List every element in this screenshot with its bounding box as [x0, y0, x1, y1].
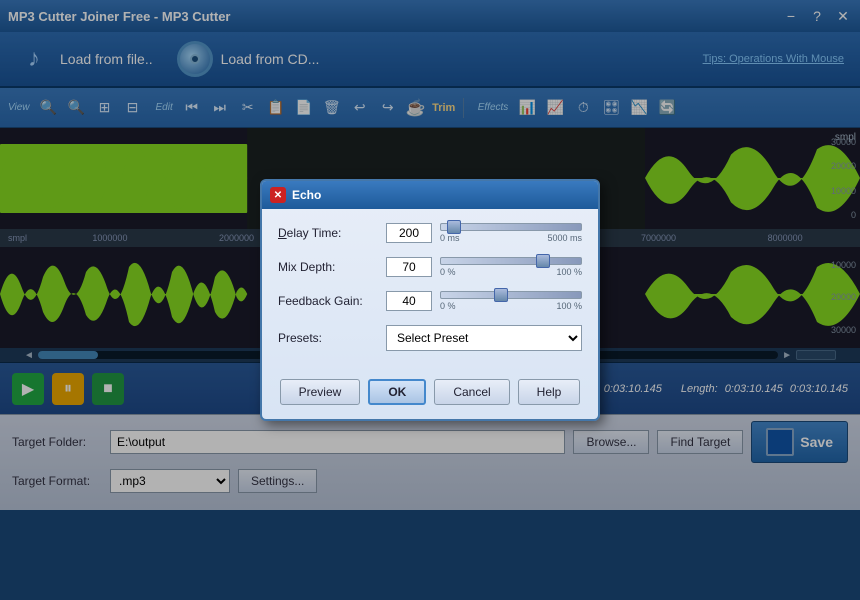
- delay-max-label: 5000 ms: [547, 233, 582, 243]
- dialog-close-button[interactable]: ✕: [270, 187, 286, 203]
- mix-depth-label: Mix Depth:: [278, 260, 378, 274]
- dialog-body: Delay Time: 0 ms 5000 ms Mix Depth:: [262, 209, 598, 375]
- feedback-max-label: 100 %: [556, 301, 582, 311]
- presets-label: Presets:: [278, 331, 378, 345]
- mix-depth-row: Mix Depth: 0 % 100 %: [278, 257, 582, 277]
- dialog-title: Echo: [292, 188, 321, 202]
- delay-time-row: Delay Time: 0 ms 5000 ms: [278, 223, 582, 243]
- presets-row: Presets: Select Preset: [278, 325, 582, 351]
- mix-depth-input[interactable]: [386, 257, 432, 277]
- dialog-overlay: ✕ Echo Delay Time: 0 ms 5000 ms: [0, 0, 860, 600]
- delay-time-labels: 0 ms 5000 ms: [440, 233, 582, 243]
- presets-select[interactable]: Select Preset: [386, 325, 582, 351]
- feedback-gain-slider-container: 0 % 100 %: [440, 291, 582, 311]
- delay-time-slider[interactable]: [440, 223, 582, 231]
- feedback-labels: 0 % 100 %: [440, 301, 582, 311]
- mix-depth-slider[interactable]: [440, 257, 582, 265]
- feedback-gain-row: Feedback Gain: 0 % 100 %: [278, 291, 582, 311]
- echo-dialog: ✕ Echo Delay Time: 0 ms 5000 ms: [260, 179, 600, 421]
- delay-time-slider-container: 0 ms 5000 ms: [440, 223, 582, 243]
- dialog-buttons: Preview OK Cancel Help: [262, 375, 598, 419]
- ok-button[interactable]: OK: [368, 379, 426, 405]
- feedback-gain-slider[interactable]: [440, 291, 582, 299]
- feedback-min-label: 0 %: [440, 301, 456, 311]
- mix-depth-thumb[interactable]: [536, 254, 550, 268]
- help-dialog-button[interactable]: Help: [518, 379, 581, 405]
- feedback-gain-thumb[interactable]: [494, 288, 508, 302]
- preview-button[interactable]: Preview: [280, 379, 361, 405]
- mix-max-label: 100 %: [556, 267, 582, 277]
- mix-min-label: 0 %: [440, 267, 456, 277]
- delay-min-label: 0 ms: [440, 233, 460, 243]
- dialog-titlebar: ✕ Echo: [262, 181, 598, 209]
- delay-time-thumb[interactable]: [447, 220, 461, 234]
- feedback-gain-label: Feedback Gain:: [278, 294, 378, 308]
- cancel-button[interactable]: Cancel: [434, 379, 509, 405]
- mix-depth-labels: 0 % 100 %: [440, 267, 582, 277]
- feedback-gain-input[interactable]: [386, 291, 432, 311]
- delay-time-label: Delay Time:: [278, 226, 378, 240]
- mix-depth-slider-container: 0 % 100 %: [440, 257, 582, 277]
- delay-time-input[interactable]: [386, 223, 432, 243]
